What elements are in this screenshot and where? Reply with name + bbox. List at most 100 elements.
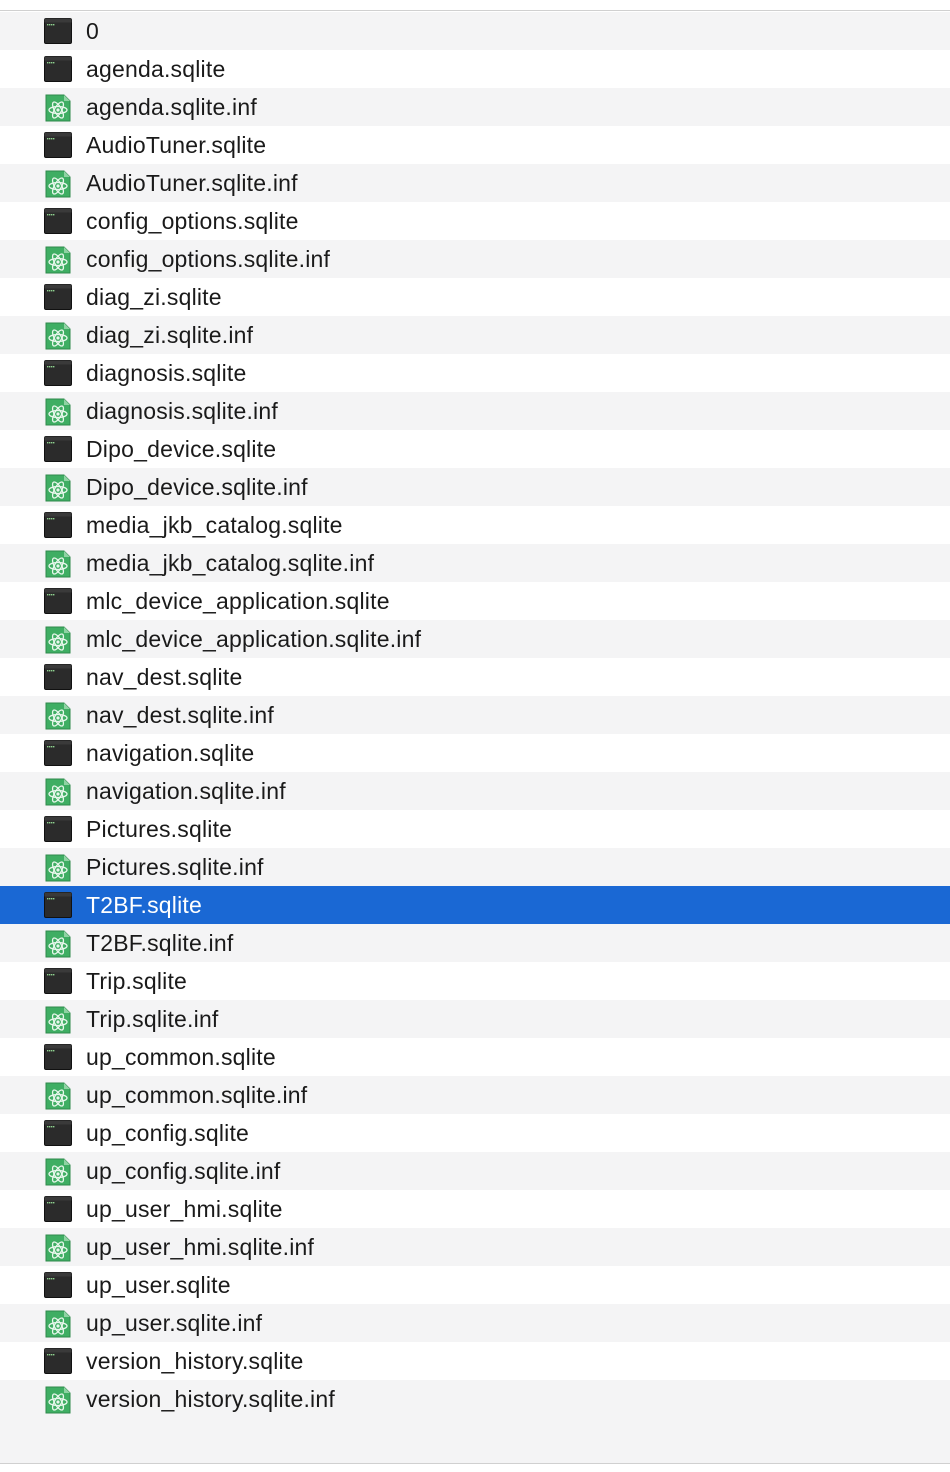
file-name: navigation.sqlite.inf: [86, 777, 286, 804]
exec-file-icon: [44, 740, 72, 766]
file-row[interactable]: T2BF.sqlite.inf: [0, 924, 950, 962]
exec-file-icon: [44, 360, 72, 386]
file-list: 0 agenda.sqlite agenda.sqlite.inf AudioTune…: [0, 12, 950, 1418]
exec-file-icon: [44, 1272, 72, 1298]
file-name: T2BF.sqlite: [86, 891, 202, 918]
exec-file-icon: [44, 1196, 72, 1222]
file-row[interactable]: up_config.sqlite: [0, 1114, 950, 1152]
file-row[interactable]: nav_dest.sqlite: [0, 658, 950, 696]
exec-file-icon: [44, 284, 72, 310]
atom-file-icon: [44, 322, 72, 350]
exec-file-icon: [44, 968, 72, 994]
file-row[interactable]: up_user_hmi.sqlite.inf: [0, 1228, 950, 1266]
file-name: version_history.sqlite.inf: [86, 1385, 335, 1412]
file-row[interactable]: Trip.sqlite.inf: [0, 1000, 950, 1038]
file-name: up_config.sqlite.inf: [86, 1157, 281, 1184]
atom-file-icon: [44, 1234, 72, 1262]
file-row[interactable]: media_jkb_catalog.sqlite.inf: [0, 544, 950, 582]
file-row[interactable]: diagnosis.sqlite: [0, 354, 950, 392]
top-divider: [0, 0, 950, 11]
atom-file-icon: [44, 1158, 72, 1186]
file-row[interactable]: Trip.sqlite: [0, 962, 950, 1000]
file-name: diagnosis.sqlite: [86, 359, 247, 386]
file-name: 0: [86, 17, 99, 44]
file-name: Pictures.sqlite: [86, 815, 233, 842]
file-name: nav_dest.sqlite.inf: [86, 701, 274, 728]
file-name: mlc_device_application.sqlite.inf: [86, 625, 422, 652]
empty-list-area: [0, 1418, 950, 1463]
file-name: media_jkb_catalog.sqlite: [86, 511, 343, 538]
file-row[interactable]: mlc_device_application.sqlite.inf: [0, 620, 950, 658]
file-row[interactable]: Pictures.sqlite: [0, 810, 950, 848]
exec-file-icon: [44, 1120, 72, 1146]
file-row[interactable]: up_user_hmi.sqlite: [0, 1190, 950, 1228]
file-row[interactable]: agenda.sqlite.inf: [0, 88, 950, 126]
file-row[interactable]: up_user.sqlite: [0, 1266, 950, 1304]
exec-file-icon: [44, 512, 72, 538]
file-row[interactable]: up_common.sqlite.inf: [0, 1076, 950, 1114]
file-name: up_common.sqlite: [86, 1043, 276, 1070]
file-name: diagnosis.sqlite.inf: [86, 397, 278, 424]
atom-file-icon: [44, 1082, 72, 1110]
finder-window: 0 agenda.sqlite agenda.sqlite.inf AudioTune…: [0, 0, 950, 1472]
exec-file-icon: [44, 816, 72, 842]
bottom-divider: [0, 1463, 950, 1472]
file-row[interactable]: 0: [0, 12, 950, 50]
exec-file-icon: [44, 1348, 72, 1374]
file-row[interactable]: diag_zi.sqlite: [0, 278, 950, 316]
file-name: up_user_hmi.sqlite: [86, 1195, 283, 1222]
exec-file-icon: [44, 892, 72, 918]
exec-file-icon: [44, 132, 72, 158]
file-name: T2BF.sqlite.inf: [86, 929, 234, 956]
file-name: up_user.sqlite.inf: [86, 1309, 263, 1336]
file-row[interactable]: Dipo_device.sqlite.inf: [0, 468, 950, 506]
file-name: agenda.sqlite.inf: [86, 93, 257, 120]
file-name: diag_zi.sqlite.inf: [86, 321, 254, 348]
file-name: Trip.sqlite.inf: [86, 1005, 219, 1032]
atom-file-icon: [44, 474, 72, 502]
exec-file-icon: [44, 208, 72, 234]
file-row[interactable]: up_config.sqlite.inf: [0, 1152, 950, 1190]
file-name: config_options.sqlite.inf: [86, 245, 331, 272]
atom-file-icon: [44, 170, 72, 198]
file-row[interactable]: diag_zi.sqlite.inf: [0, 316, 950, 354]
file-row[interactable]: mlc_device_application.sqlite: [0, 582, 950, 620]
exec-file-icon: [44, 588, 72, 614]
file-row[interactable]: T2BF.sqlite: [0, 886, 950, 924]
file-row[interactable]: up_common.sqlite: [0, 1038, 950, 1076]
file-row[interactable]: up_user.sqlite.inf: [0, 1304, 950, 1342]
atom-file-icon: [44, 550, 72, 578]
file-name: diag_zi.sqlite: [86, 283, 222, 310]
file-row[interactable]: diagnosis.sqlite.inf: [0, 392, 950, 430]
atom-file-icon: [44, 1006, 72, 1034]
atom-file-icon: [44, 94, 72, 122]
atom-file-icon: [44, 626, 72, 654]
file-row[interactable]: version_history.sqlite: [0, 1342, 950, 1380]
file-row[interactable]: config_options.sqlite.inf: [0, 240, 950, 278]
file-name: up_user.sqlite: [86, 1271, 231, 1298]
atom-file-icon: [44, 854, 72, 882]
file-row[interactable]: version_history.sqlite.inf: [0, 1380, 950, 1418]
file-row[interactable]: config_options.sqlite: [0, 202, 950, 240]
atom-file-icon: [44, 1310, 72, 1338]
file-name: Pictures.sqlite.inf: [86, 853, 264, 880]
exec-file-icon: [44, 18, 72, 44]
file-name: agenda.sqlite: [86, 55, 226, 82]
file-row[interactable]: Pictures.sqlite.inf: [0, 848, 950, 886]
atom-file-icon: [44, 778, 72, 806]
file-name: AudioTuner.sqlite: [86, 131, 267, 158]
file-row[interactable]: AudioTuner.sqlite: [0, 126, 950, 164]
file-row[interactable]: nav_dest.sqlite.inf: [0, 696, 950, 734]
file-row[interactable]: AudioTuner.sqlite.inf: [0, 164, 950, 202]
file-row[interactable]: navigation.sqlite.inf: [0, 772, 950, 810]
file-row[interactable]: navigation.sqlite: [0, 734, 950, 772]
atom-file-icon: [44, 702, 72, 730]
exec-file-icon: [44, 436, 72, 462]
file-name: Dipo_device.sqlite.inf: [86, 473, 308, 500]
file-name: mlc_device_application.sqlite: [86, 587, 390, 614]
file-row[interactable]: agenda.sqlite: [0, 50, 950, 88]
atom-file-icon: [44, 246, 72, 274]
file-row[interactable]: Dipo_device.sqlite: [0, 430, 950, 468]
file-row[interactable]: media_jkb_catalog.sqlite: [0, 506, 950, 544]
file-name: media_jkb_catalog.sqlite.inf: [86, 549, 375, 576]
